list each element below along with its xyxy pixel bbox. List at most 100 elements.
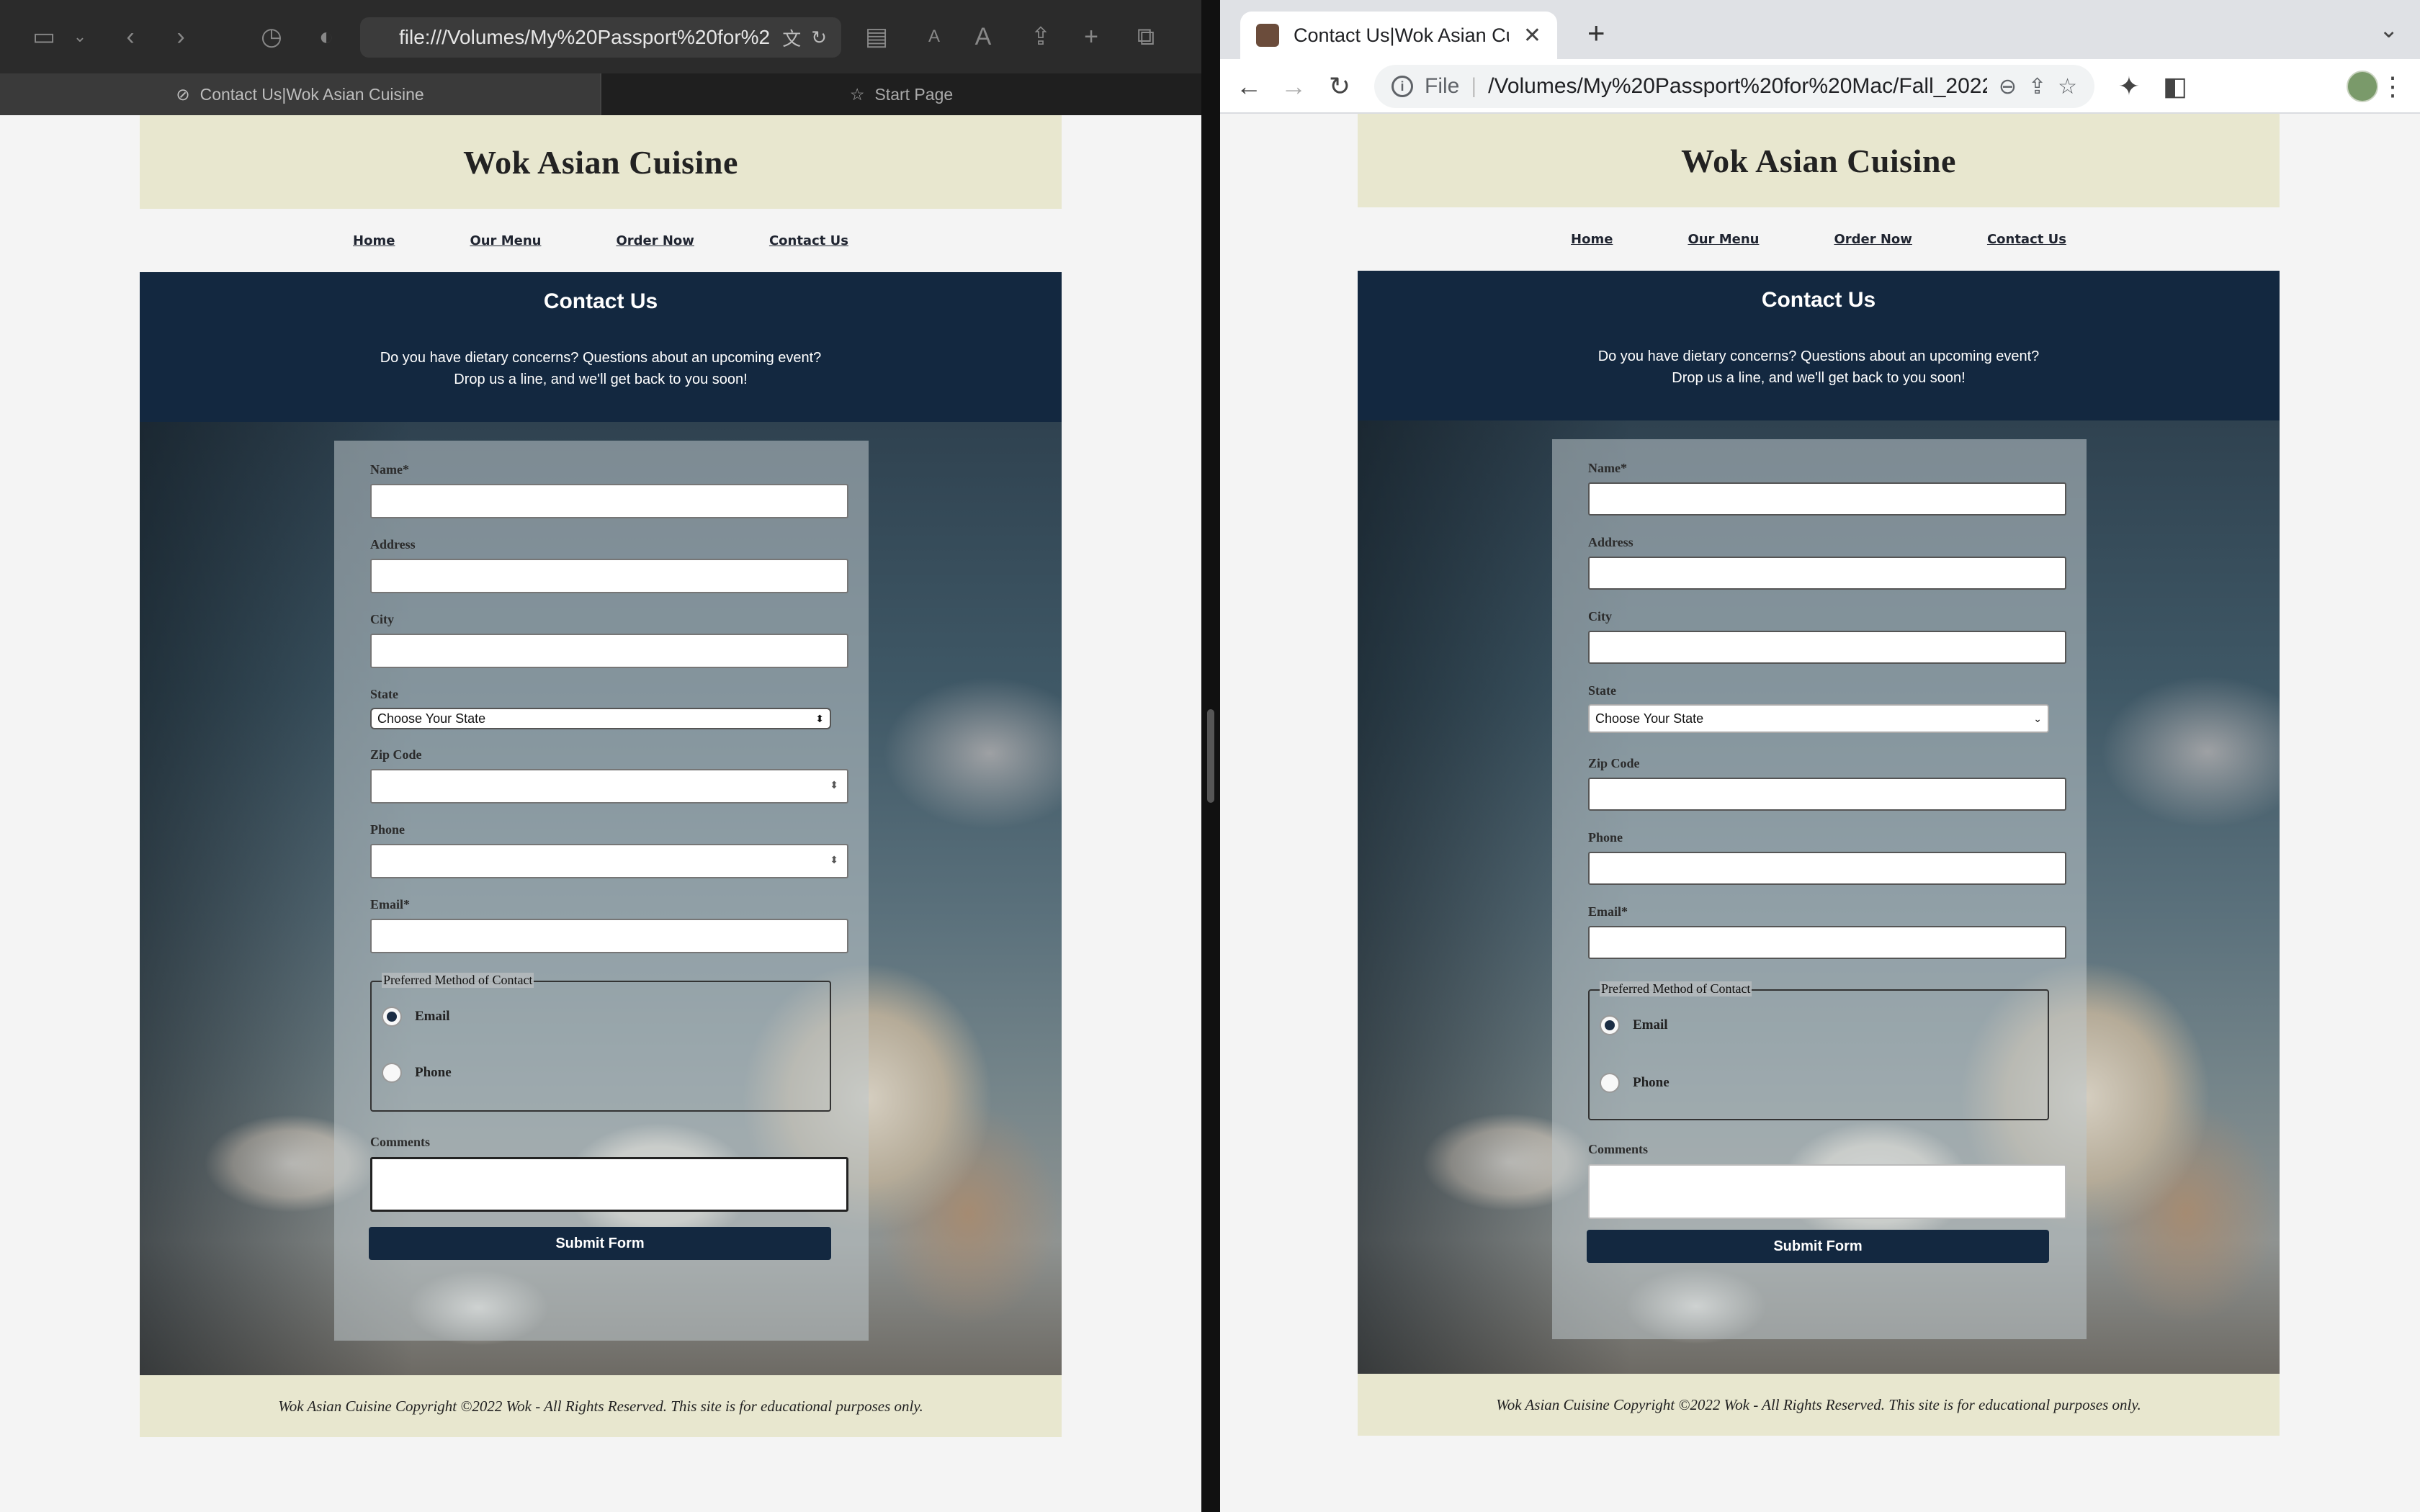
nav-order-now[interactable]: Order Now bbox=[1834, 232, 1912, 247]
nav-our-menu[interactable]: Our Menu bbox=[1688, 232, 1759, 247]
phone-field: Phone bbox=[1588, 830, 2066, 885]
webpage: Wok Asian Cuisine Home Our Menu Order No… bbox=[140, 115, 1062, 1437]
extensions-icon[interactable]: ✦ bbox=[2110, 68, 2148, 105]
forward-icon[interactable]: → bbox=[1275, 68, 1312, 105]
email-label: Email* bbox=[1588, 904, 1628, 919]
back-icon[interactable]: ‹ bbox=[112, 19, 148, 55]
privacy-shield-icon[interactable]: ◐ bbox=[308, 19, 344, 55]
submit-button[interactable]: Submit Form bbox=[1587, 1230, 2049, 1263]
menu-icon[interactable]: ⋮ bbox=[2374, 68, 2411, 105]
nav-home[interactable]: Home bbox=[353, 233, 395, 248]
radio-email[interactable] bbox=[382, 1007, 402, 1027]
radio-phone-row[interactable]: Phone bbox=[1600, 1073, 1670, 1093]
phone-input[interactable] bbox=[1588, 852, 2066, 885]
print-icon[interactable]: ▤ bbox=[859, 19, 895, 55]
zoom-icon[interactable]: ⊖ bbox=[1999, 74, 2017, 99]
radio-phone[interactable] bbox=[382, 1063, 402, 1083]
contact-method-fieldset: Preferred Method of Contact Email Phone bbox=[1588, 981, 2049, 1120]
number-spinner-icon[interactable]: ⬍ bbox=[830, 854, 838, 866]
back-icon[interactable]: ← bbox=[1230, 68, 1268, 105]
tab-contact-us[interactable]: Contact Us|Wok Asian Cuisine ✕ bbox=[1240, 12, 1557, 59]
email-input[interactable] bbox=[370, 919, 848, 953]
text-smaller-icon[interactable]: A bbox=[916, 19, 952, 55]
email-input[interactable] bbox=[1588, 926, 2066, 959]
safari-toolbar: ▭ ⌄ ‹ › ◷ ◐ file:///Volumes/My%20Passpor… bbox=[0, 0, 1201, 73]
chevron-down-icon[interactable]: ⌄ bbox=[62, 19, 98, 55]
number-spinner-icon[interactable]: ⬍ bbox=[830, 779, 838, 791]
radio-email-row[interactable]: Email bbox=[382, 1007, 450, 1027]
state-field: State Choose Your State ⬍ bbox=[370, 687, 831, 729]
side-panel-icon[interactable]: ◧ bbox=[2156, 68, 2194, 105]
city-input[interactable] bbox=[1588, 631, 2066, 664]
nav-contact-us[interactable]: Contact Us bbox=[769, 233, 848, 248]
new-tab-icon[interactable]: + bbox=[1587, 16, 1605, 50]
split-view-resize-handle[interactable] bbox=[1207, 709, 1214, 803]
nav-our-menu[interactable]: Our Menu bbox=[470, 233, 541, 248]
radio-email-label: Email bbox=[415, 1009, 450, 1024]
name-input[interactable] bbox=[370, 484, 848, 518]
radio-phone-label: Phone bbox=[1633, 1075, 1670, 1090]
phone-field: Phone ⬍ bbox=[370, 822, 848, 878]
site-nav: Home Our Menu Order Now Contact Us bbox=[140, 209, 1062, 272]
share-icon[interactable]: ⇪ bbox=[2028, 74, 2046, 99]
scheme-label: File bbox=[1425, 74, 1460, 98]
nav-home[interactable]: Home bbox=[1571, 232, 1613, 247]
new-tab-icon[interactable]: + bbox=[1073, 19, 1109, 55]
nav-order-now[interactable]: Order Now bbox=[616, 233, 694, 248]
address-input[interactable] bbox=[370, 559, 848, 593]
contact-method-legend: Preferred Method of Contact bbox=[382, 973, 534, 988]
tab-search-icon[interactable]: ⌄ bbox=[2379, 16, 2398, 43]
contact-method-legend: Preferred Method of Contact bbox=[1600, 981, 1752, 996]
zip-input[interactable] bbox=[1588, 778, 2066, 811]
radio-phone[interactable] bbox=[1600, 1073, 1620, 1093]
radio-phone-label: Phone bbox=[415, 1065, 452, 1080]
name-label: Name* bbox=[370, 462, 409, 477]
radio-email-row[interactable]: Email bbox=[1600, 1015, 1668, 1035]
intro-line-1: Do you have dietary concerns? Questions … bbox=[1597, 348, 2040, 364]
city-field: City bbox=[370, 612, 848, 668]
zip-field: Zip Code ⬍ bbox=[370, 747, 848, 804]
submit-button[interactable]: Submit Form bbox=[369, 1227, 831, 1260]
contact-intro-text: Do you have dietary concerns? Questions … bbox=[140, 347, 1062, 390]
sidebar-icon[interactable]: ▭ bbox=[26, 19, 62, 55]
state-select[interactable]: Choose Your State ⌄ bbox=[1588, 704, 2049, 733]
contact-heading: Contact Us bbox=[1761, 288, 1876, 312]
name-input[interactable] bbox=[1588, 482, 2066, 516]
info-icon[interactable]: i bbox=[1392, 76, 1413, 97]
tab-overview-icon[interactable]: ⧉ bbox=[1128, 19, 1164, 55]
tab-contact-us[interactable]: ⊘ Contact Us|Wok Asian Cuisine bbox=[0, 73, 600, 115]
star-icon: ☆ bbox=[849, 84, 865, 104]
name-field: Name* bbox=[370, 462, 848, 518]
text-larger-icon[interactable]: A bbox=[965, 19, 1001, 55]
radio-phone-row[interactable]: Phone bbox=[382, 1063, 452, 1083]
zip-input[interactable] bbox=[370, 769, 848, 804]
address-input[interactable] bbox=[1588, 557, 2066, 590]
phone-input[interactable] bbox=[370, 844, 848, 878]
nav-contact-us[interactable]: Contact Us bbox=[1987, 232, 2066, 247]
address-label: Address bbox=[370, 537, 416, 552]
comments-textarea[interactable] bbox=[1588, 1164, 2066, 1219]
reload-icon[interactable]: ↻ bbox=[1321, 68, 1358, 105]
intro-line-2: Drop us a line, and we'll get back to yo… bbox=[454, 372, 748, 387]
forward-icon[interactable]: › bbox=[163, 19, 199, 55]
city-field: City bbox=[1588, 609, 2066, 664]
state-label: State bbox=[370, 687, 398, 701]
name-label: Name* bbox=[1588, 461, 1627, 475]
share-icon[interactable]: ⇪ bbox=[1023, 19, 1059, 55]
address-bar[interactable]: file:///Volumes/My%20Passport%20for%2 文 … bbox=[360, 17, 841, 58]
contact-form: Name* Address City State Choose Your Sta… bbox=[334, 441, 869, 1341]
state-select[interactable]: Choose Your State ⬍ bbox=[370, 708, 831, 729]
translate-icon[interactable]: 文 bbox=[782, 24, 801, 51]
comments-textarea[interactable] bbox=[370, 1157, 848, 1212]
history-icon[interactable]: ◷ bbox=[254, 19, 290, 55]
tab-start-page[interactable]: ☆ Start Page bbox=[600, 73, 1201, 115]
contact-form: Name* Address City State Choose Your Sta… bbox=[1552, 439, 2087, 1339]
contact-method-fieldset: Preferred Method of Contact Email Phone bbox=[370, 973, 831, 1112]
reload-icon[interactable]: ↻ bbox=[811, 27, 827, 49]
bookmark-star-icon[interactable]: ☆ bbox=[2058, 74, 2077, 99]
close-tab-icon[interactable]: ✕ bbox=[1523, 23, 1541, 48]
city-input[interactable] bbox=[370, 634, 848, 668]
contact-intro-band: Contact Us Do you have dietary concerns?… bbox=[140, 272, 1062, 422]
omnibox[interactable]: i File | /Volumes/My%20Passport%20for%20… bbox=[1374, 65, 2094, 108]
radio-email[interactable] bbox=[1600, 1015, 1620, 1035]
